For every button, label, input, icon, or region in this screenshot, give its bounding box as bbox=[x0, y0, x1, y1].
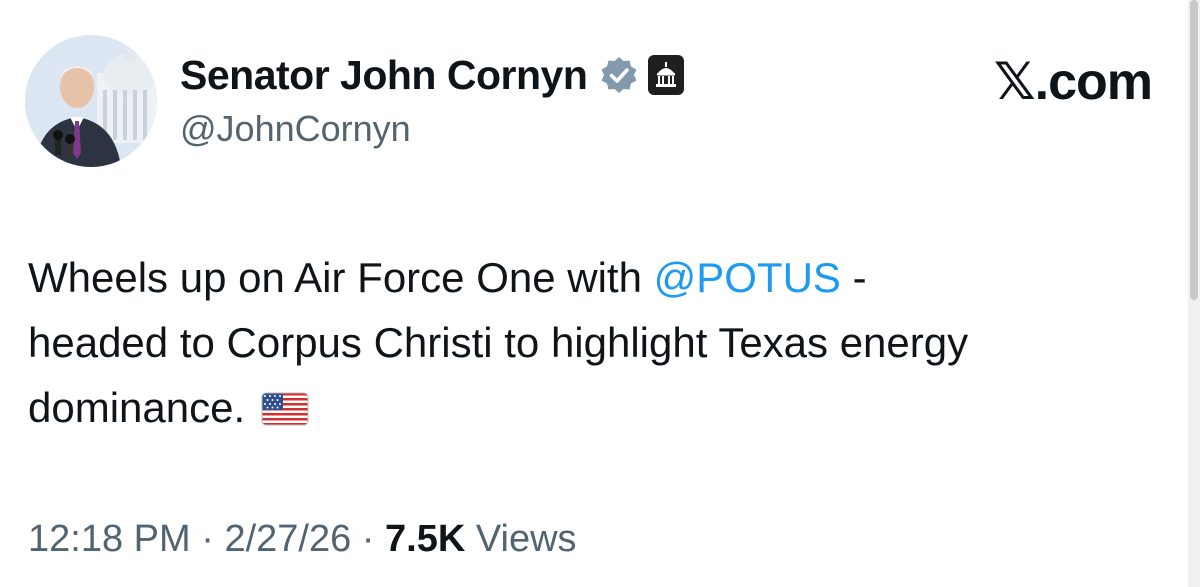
mention-link[interactable]: @POTUS bbox=[654, 254, 841, 301]
x-com-watermark: 𝕏.com bbox=[993, 53, 1153, 111]
tweet-metadata: 12:18 PM · 2/27/26 · 7.5K Views bbox=[28, 518, 577, 561]
tweet-card: Senator John Cornyn @JohnCornyn 𝕏.com Wh bbox=[0, 0, 1200, 587]
tweet-text: Wheels up on Air Force One with @POTUS -… bbox=[28, 245, 1178, 440]
avatar-image bbox=[25, 35, 157, 167]
tweet-text-part-1: Wheels up on Air Force One with bbox=[28, 254, 654, 301]
author-name-row: Senator John Cornyn bbox=[180, 48, 685, 102]
verified-badge-icon[interactable] bbox=[599, 55, 639, 95]
us-flag-icon bbox=[261, 392, 309, 426]
government-building-icon[interactable] bbox=[647, 54, 685, 96]
meta-separator: · bbox=[190, 518, 225, 560]
scrollbar-track[interactable] bbox=[1188, 0, 1200, 587]
views-label: Views bbox=[465, 518, 577, 560]
views-count: 7.5K bbox=[385, 518, 466, 560]
tweet-date[interactable]: 2/27/26 bbox=[224, 518, 351, 560]
scrollbar-thumb[interactable] bbox=[1190, 0, 1198, 300]
author-display-name[interactable]: Senator John Cornyn bbox=[180, 52, 588, 99]
meta-separator: · bbox=[351, 518, 386, 560]
tweet-time[interactable]: 12:18 PM bbox=[28, 518, 191, 560]
author-handle[interactable]: @JohnCornyn bbox=[180, 108, 411, 150]
avatar[interactable] bbox=[25, 35, 157, 167]
